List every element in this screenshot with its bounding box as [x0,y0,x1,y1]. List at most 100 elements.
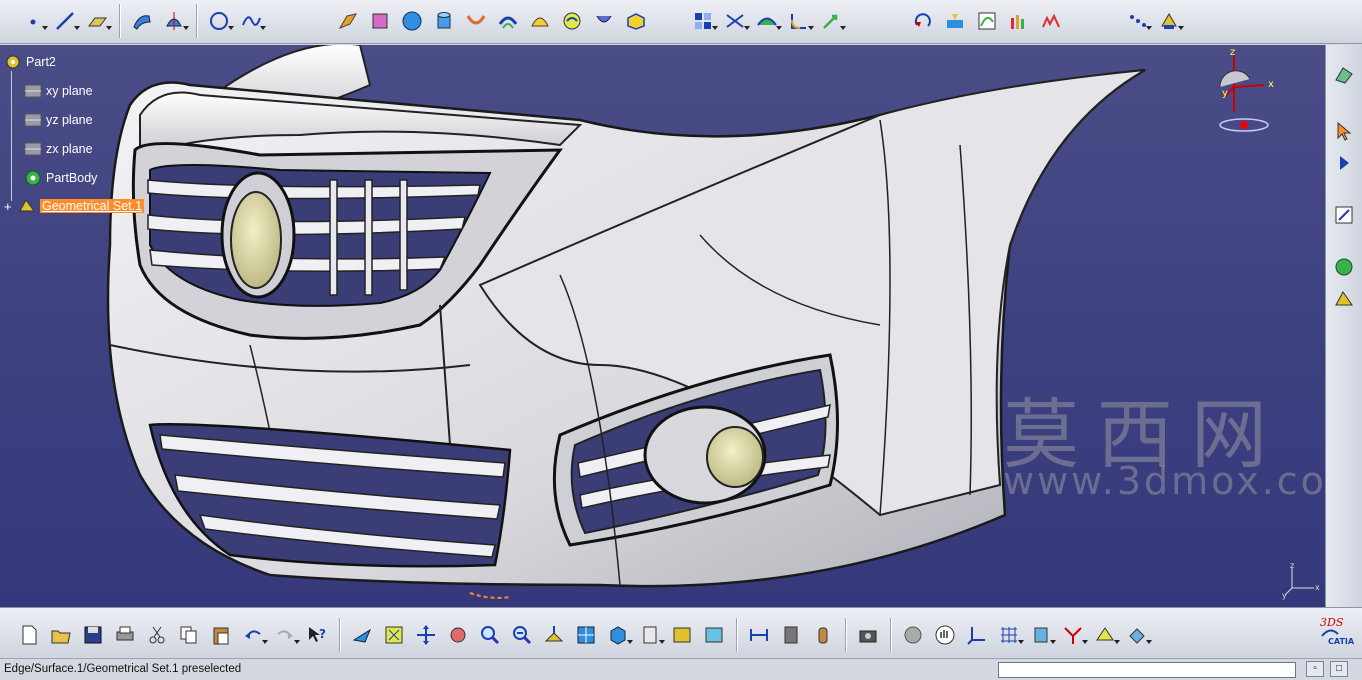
snap-icon[interactable] [1026,620,1056,650]
toolbar-group-tools [1122,2,1184,40]
revolve-surface-icon[interactable] [159,6,189,36]
top-toolbar [0,0,1362,44]
apply-material-icon[interactable] [1154,6,1184,36]
light-icon[interactable] [1090,620,1120,650]
tree-label-geometrical-set: Geometrical Set.1 [40,199,145,213]
constraint-icon[interactable] [1058,620,1088,650]
copy-icon[interactable] [174,620,204,650]
fill-icon[interactable] [365,6,395,36]
toolbar-group-wireframe [18,2,266,40]
swap-space-icon[interactable] [699,620,729,650]
window-restore-icon[interactable]: ▫ [1306,661,1324,677]
cylinder-icon[interactable] [429,6,459,36]
rotate-view-icon[interactable] [443,620,473,650]
tree-node-zx-plane[interactable]: zx plane [24,140,93,158]
fillet-icon[interactable] [784,6,814,36]
gear-icon [25,170,41,186]
plane-icon[interactable] [82,6,112,36]
grid-icon[interactable] [994,620,1024,650]
triad-x-label: x [1315,583,1320,592]
fit-all-icon[interactable] [379,620,409,650]
body-icon[interactable] [1330,253,1358,281]
measure-between-icon[interactable] [744,620,774,650]
separator [119,4,120,38]
command-input[interactable] [998,662,1296,678]
extrude-surface-icon[interactable] [127,6,157,36]
measure-inertia-icon[interactable] [808,620,838,650]
update-icon[interactable] [898,620,928,650]
tree-node-xy-plane[interactable]: xy plane [24,82,93,100]
multisection-icon[interactable] [525,6,555,36]
3d-viewport[interactable]: Part2 xy plane yz plane zx plane PartBod… [0,45,1325,607]
join-icon[interactable] [557,6,587,36]
separator [196,4,197,38]
fly-mode-icon[interactable] [347,620,377,650]
tree-node-yz-plane[interactable]: yz plane [24,111,93,129]
measure-item-icon[interactable] [776,620,806,650]
tree-label-root: Part2 [26,55,56,69]
circle-icon[interactable] [204,6,234,36]
capture-icon[interactable] [853,620,883,650]
extrapolate-icon[interactable] [940,6,970,36]
open-icon[interactable] [46,620,76,650]
tree-node-partbody[interactable]: PartBody [24,169,97,187]
curvature-icon[interactable] [1036,6,1066,36]
paste-icon[interactable] [206,620,236,650]
axis-icon[interactable] [962,620,992,650]
save-icon[interactable] [78,620,108,650]
tools-palette-icon[interactable] [1122,620,1152,650]
line-icon[interactable] [50,6,80,36]
watermark-url: www.3dmox.com [1003,459,1325,503]
whats-this-icon[interactable]: ? [302,620,332,650]
expand-icon[interactable]: + [4,199,18,214]
trim-icon[interactable] [752,6,782,36]
repetition-icon[interactable] [1122,6,1152,36]
hide-show-icon[interactable] [667,620,697,650]
grab-icon[interactable] [930,620,960,650]
sphere-icon[interactable] [397,6,427,36]
undo-icon[interactable] [238,620,268,650]
normal-view-icon[interactable] [539,620,569,650]
tree-node-geometrical-set[interactable]: + Geometrical Set.1 [4,197,145,215]
extract-icon[interactable] [688,6,718,36]
redo-icon[interactable] [270,620,300,650]
analysis-icon[interactable] [1004,6,1034,36]
print-icon[interactable] [110,620,140,650]
blend-icon[interactable] [461,6,491,36]
spline-icon[interactable] [236,6,266,36]
gear-icon [6,55,20,69]
point-icon[interactable] [18,6,48,36]
law-icon[interactable] [972,6,1002,36]
translate-icon[interactable] [816,6,846,36]
split-icon[interactable] [720,6,750,36]
workbench-icon[interactable] [1330,61,1358,89]
iso-view-icon[interactable] [603,620,633,650]
pan-icon[interactable] [411,620,441,650]
tree-node-part2[interactable]: Part2 [4,53,56,71]
geometrical-set-icon[interactable] [1330,285,1358,313]
offset-icon[interactable] [493,6,523,36]
select-icon[interactable] [1330,117,1358,145]
healing-icon[interactable] [589,6,619,36]
rotate-icon[interactable] [908,6,938,36]
expand-toolbar-icon[interactable] [1330,149,1358,177]
sketch-icon[interactable] [1330,201,1358,229]
toolbar-group-standard: ? [14,616,1152,654]
zoom-out-icon[interactable] [507,620,537,650]
toolbar-group-surfaces [333,2,651,40]
multi-view-icon[interactable] [571,620,601,650]
zoom-in-icon[interactable] [475,620,505,650]
separator [339,618,340,652]
status-bar: Edge/Surface.1/Geometrical Set.1 presele… [0,658,1362,680]
shading-icon[interactable] [635,620,665,650]
window-maximize-icon[interactable]: □ [1330,661,1348,677]
bottom-toolbar: ? 3DS CATIA [0,607,1362,657]
bumper-model[interactable] [0,45,1325,607]
cut-icon[interactable] [142,620,172,650]
compass-widget[interactable]: z x y [1210,47,1280,142]
boundary-icon[interactable] [621,6,651,36]
sweep-icon[interactable] [333,6,363,36]
status-message: Edge/Surface.1/Geometrical Set.1 presele… [4,663,242,675]
new-icon[interactable] [14,620,44,650]
toolbar-group-advanced [908,2,1066,40]
